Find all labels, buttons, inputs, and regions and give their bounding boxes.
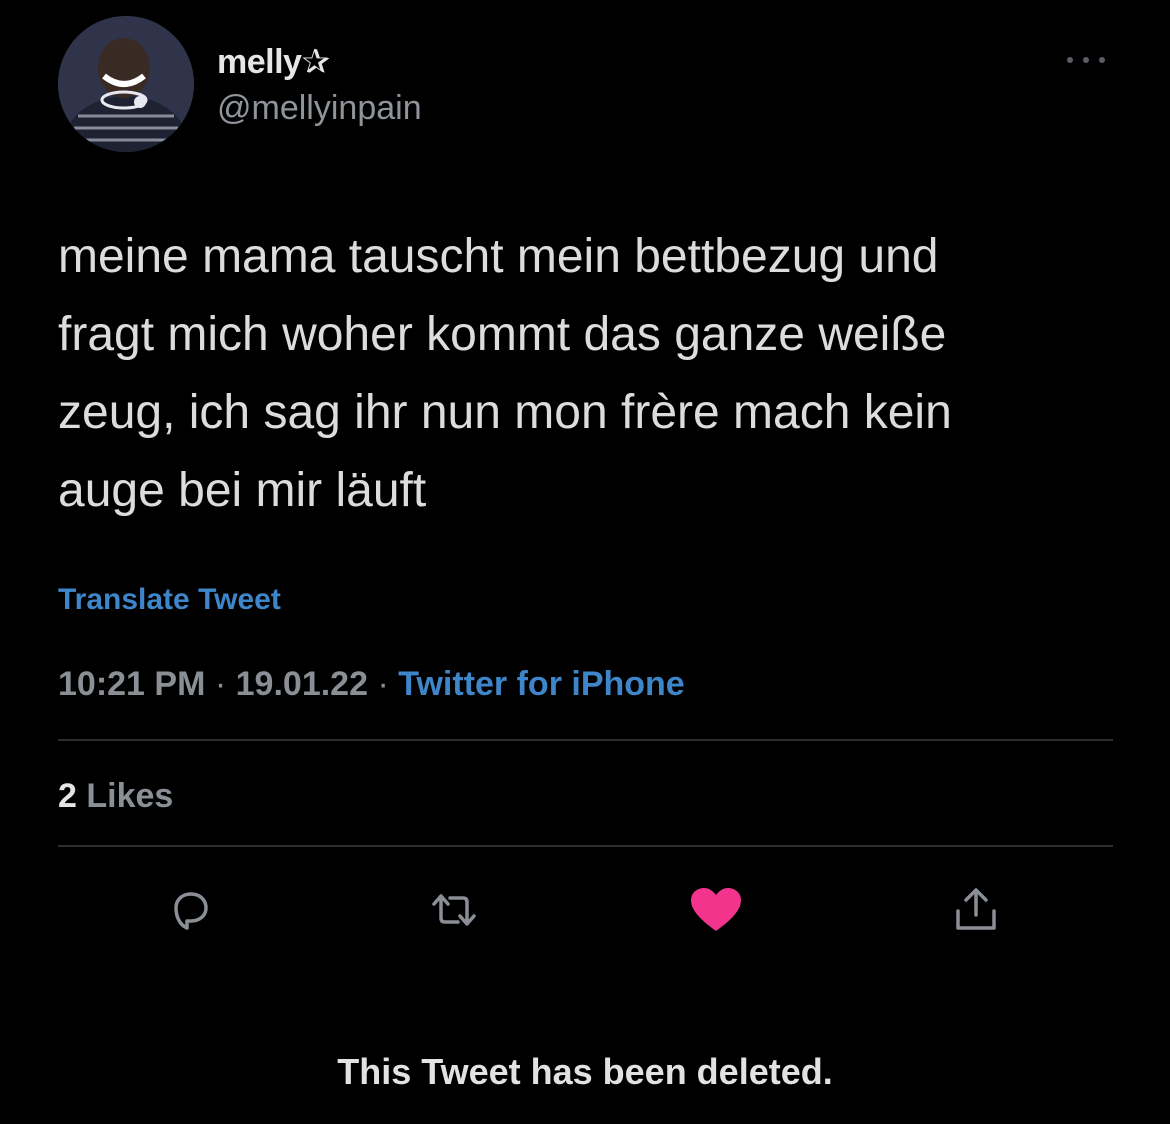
author-handle[interactable]: @mellyinpain [217, 88, 422, 128]
meta-separator: · [377, 665, 389, 703]
tweet-text: meine mama tauscht mein bettbezug und fr… [58, 230, 952, 517]
author-display-name[interactable]: melly✰ [217, 42, 330, 82]
like-button[interactable] [686, 880, 746, 940]
translate-tweet-link[interactable]: Translate Tweet [58, 582, 281, 618]
divider [58, 739, 1113, 741]
likes-label: Likes [86, 777, 174, 815]
share-button[interactable] [946, 880, 1006, 940]
tweet-date[interactable]: 19.01.22 [236, 665, 368, 703]
more-dots-icon [1067, 57, 1105, 63]
deleted-notice: This Tweet has been deleted. [337, 1051, 833, 1092]
share-icon [956, 888, 996, 930]
reply-button[interactable] [160, 880, 220, 940]
likes-stat[interactable]: 2 Likes [58, 774, 173, 818]
meta-separator: · [214, 665, 227, 703]
retweet-icon [432, 894, 476, 926]
tweet-client-link[interactable]: Twitter for iPhone [398, 665, 684, 703]
tweet-time[interactable]: 10:21 PM [58, 665, 205, 703]
more-options-button[interactable] [1062, 48, 1110, 72]
retweet-button[interactable] [424, 880, 484, 940]
avatar-image [58, 16, 194, 152]
likes-count: 2 [58, 777, 77, 815]
divider [58, 845, 1113, 847]
avatar[interactable] [58, 16, 194, 152]
heart-icon [691, 888, 741, 931]
tweet-meta: 10:21 PM · 19.01.22 · Twitter for iPhone [58, 662, 685, 706]
reply-icon [174, 892, 208, 930]
